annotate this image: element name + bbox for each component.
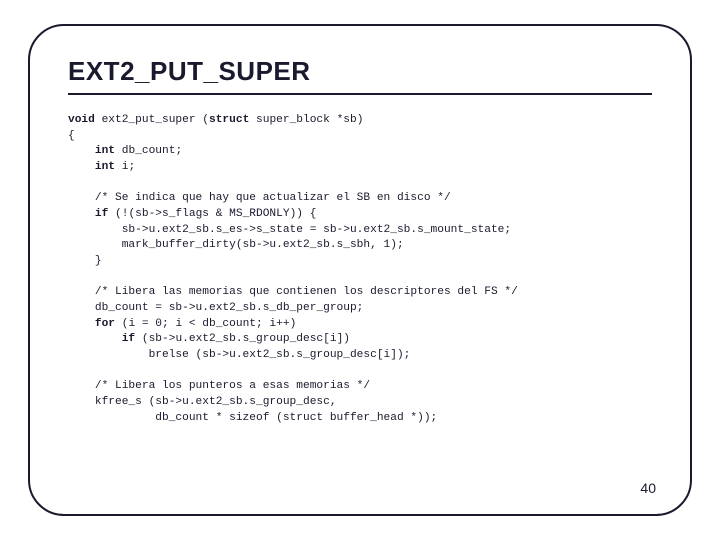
code-line: db_count = sb->u.ext2_sb.s_db_per_group;: [68, 302, 363, 314]
code-line: if (!(sb->s_flags & MS_RDONLY)) {: [68, 208, 316, 220]
code-line: mark_buffer_dirty(sb->u.ext2_sb.s_sbh, 1…: [68, 239, 404, 251]
page-number: 40: [640, 480, 656, 496]
code-line: db_count * sizeof (struct buffer_head *)…: [68, 412, 437, 424]
kw-void: void: [68, 114, 95, 126]
code-line: /* Se indica que hay que actualizar el S…: [68, 192, 451, 204]
kw-int: int: [95, 161, 115, 173]
code-line: int db_count;: [68, 145, 182, 157]
kw-int: int: [95, 145, 115, 157]
kw-if: if: [95, 208, 108, 220]
kw-if: if: [122, 333, 135, 345]
code-line: /* Libera los punteros a esas memorias *…: [68, 380, 370, 392]
kw-for: for: [95, 318, 115, 330]
code-line: for (i = 0; i < db_count; i++): [68, 318, 296, 330]
code-line: int i;: [68, 161, 135, 173]
code-line: {: [68, 130, 75, 142]
code-line: kfree_s (sb->u.ext2_sb.s_group_desc,: [68, 396, 337, 408]
code-line: /* Libera las memorias que contienen los…: [68, 286, 518, 298]
code-line: sb->u.ext2_sb.s_es->s_state = sb->u.ext2…: [68, 224, 511, 236]
slide-frame: EXT2_PUT_SUPER void ext2_put_super (stru…: [28, 24, 692, 516]
code-block: void ext2_put_super (struct super_block …: [68, 113, 652, 426]
code-line: brelse (sb->u.ext2_sb.s_group_desc[i]);: [68, 349, 410, 361]
kw-struct: struct: [209, 114, 249, 126]
code-line: if (sb->u.ext2_sb.s_group_desc[i]): [68, 333, 350, 345]
code-line: }: [68, 255, 102, 267]
slide-title: EXT2_PUT_SUPER: [68, 56, 652, 95]
code-line: void ext2_put_super (struct super_block …: [68, 114, 363, 126]
